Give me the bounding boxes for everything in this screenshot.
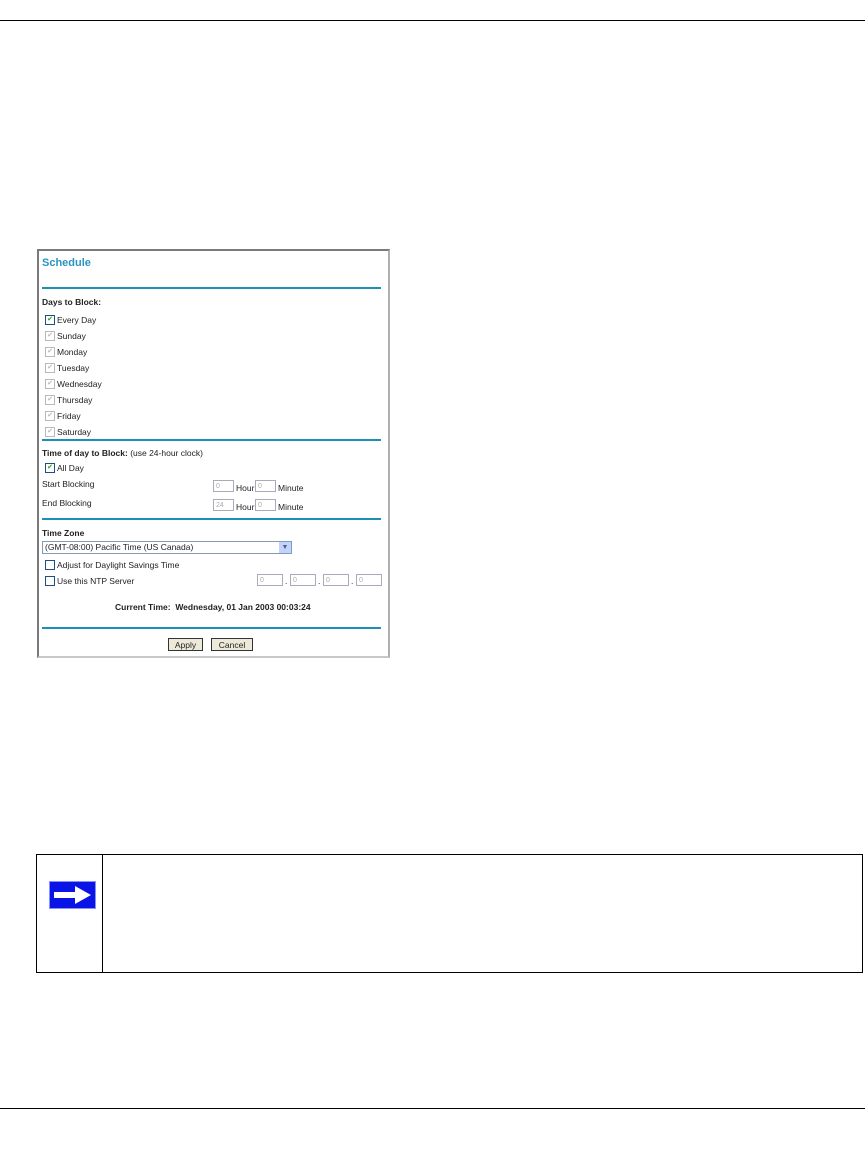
dot: . <box>351 576 354 586</box>
ntp-octet-3[interactable]: 0 <box>323 574 349 586</box>
time-heading: Time of day to Block: (use 24-hour clock… <box>42 448 203 458</box>
day-checkbox[interactable]: ✔ <box>45 427 55 437</box>
divider <box>42 627 381 629</box>
day-label: Tuesday <box>57 363 90 373</box>
all-day-checkbox[interactable]: ✔ <box>45 463 55 473</box>
start-blocking-label: Start Blocking <box>42 479 95 489</box>
end-minute-input[interactable]: 0 <box>255 499 276 511</box>
note-divider <box>102 855 103 972</box>
day-checkbox[interactable]: ✔ <box>45 363 55 373</box>
day-label: Wednesday <box>57 379 102 389</box>
day-label: Thursday <box>57 395 93 405</box>
ntp-octet-1[interactable]: 0 <box>257 574 283 586</box>
ntp-label: Use this NTP Server <box>57 576 135 586</box>
day-label: Every Day <box>57 315 97 325</box>
current-time: Current Time: Wednesday, 01 Jan 2003 00:… <box>115 602 311 612</box>
day-checkbox[interactable]: ✔ <box>45 411 55 421</box>
day-checkbox[interactable]: ✔ <box>45 395 55 405</box>
divider <box>42 287 381 289</box>
page-title: Schedule <box>42 257 91 269</box>
arrow-right-icon <box>49 881 96 909</box>
note-box <box>36 854 863 973</box>
end-blocking-label: End Blocking <box>42 498 92 508</box>
header-rule <box>0 20 865 21</box>
ntp-octet-4[interactable]: 0 <box>356 574 382 586</box>
dst-label: Adjust for Daylight Savings Time <box>57 560 180 570</box>
day-checkbox[interactable]: ✔ <box>45 379 55 389</box>
day-label: Monday <box>57 347 88 357</box>
minute-label: Minute <box>278 483 304 493</box>
day-checkbox[interactable]: ✔ <box>45 315 55 325</box>
dst-checkbox[interactable] <box>45 560 55 570</box>
end-hour-input[interactable]: 24 <box>213 499 234 511</box>
start-minute-input[interactable]: 0 <box>255 480 276 492</box>
time-zone-select[interactable]: (GMT-08:00) Pacific Time (US Canada) ▼ <box>42 541 292 554</box>
divider <box>42 518 381 520</box>
footer-rule <box>0 1108 865 1109</box>
day-label: Friday <box>57 411 81 421</box>
dot: . <box>318 576 321 586</box>
ntp-checkbox[interactable] <box>45 576 55 586</box>
day-checkbox[interactable]: ✔ <box>45 347 55 357</box>
days-heading: Days to Block: <box>42 297 102 307</box>
chevron-down-icon[interactable]: ▼ <box>279 542 291 553</box>
minute-label: Minute <box>278 502 304 512</box>
divider <box>42 439 381 441</box>
hour-label: Hour <box>236 502 255 512</box>
time-zone-value: (GMT-08:00) Pacific Time (US Canada) <box>45 542 194 552</box>
apply-button[interactable]: Apply <box>168 638 203 651</box>
time-zone-heading: Time Zone <box>42 528 85 538</box>
dot: . <box>285 576 288 586</box>
start-hour-input[interactable]: 0 <box>213 480 234 492</box>
day-label: Sunday <box>57 331 86 341</box>
hour-label: Hour <box>236 483 255 493</box>
day-label: Saturday <box>57 427 92 437</box>
ntp-octet-2[interactable]: 0 <box>290 574 316 586</box>
day-checkbox[interactable]: ✔ <box>45 331 55 341</box>
all-day-label: All Day <box>57 463 84 473</box>
schedule-screenshot: Schedule Days to Block: ✔ Every Day ✔ Sunda… <box>37 249 390 658</box>
cancel-button[interactable]: Cancel <box>211 638 253 651</box>
